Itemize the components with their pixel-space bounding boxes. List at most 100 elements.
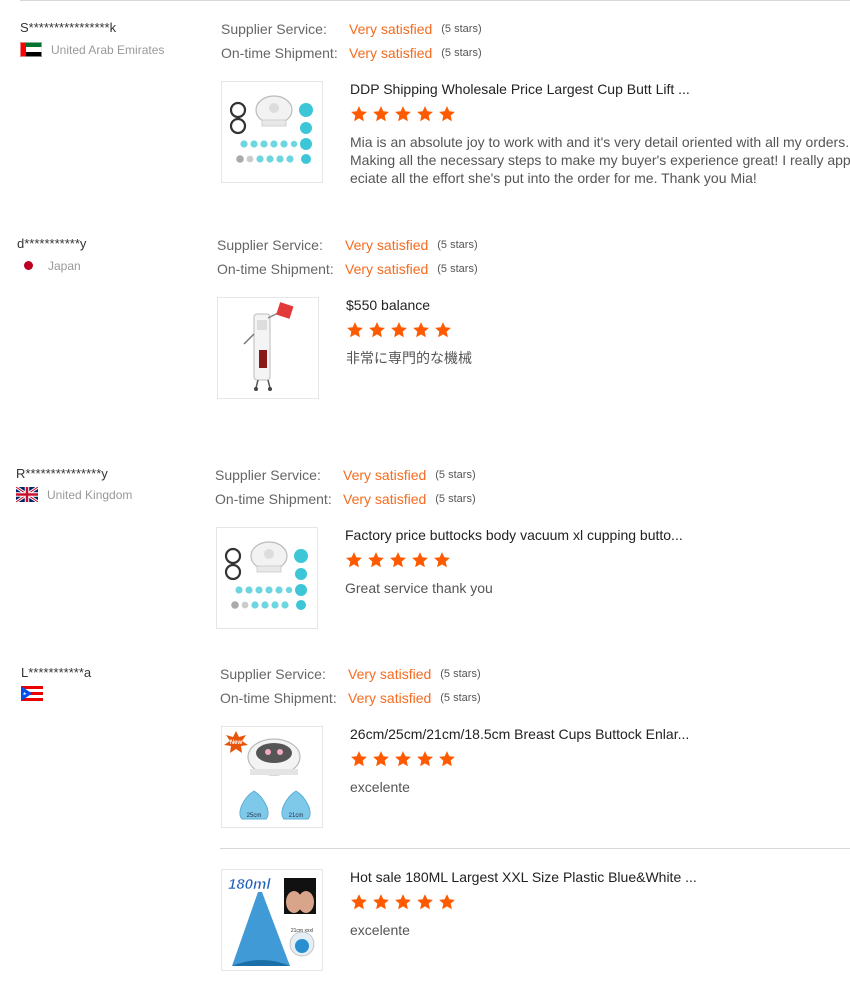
star-icon <box>417 751 433 767</box>
puerto-rico-flag-icon <box>21 686 43 701</box>
shipment-rating: On-time Shipment: Very satisfied (5 star… <box>217 257 478 281</box>
product-thumbnail[interactable]: 180ml 21cm xxxl <box>221 869 323 971</box>
rating-value: Very satisfied <box>343 491 427 507</box>
rating-value: Very satisfied <box>345 237 429 253</box>
buyer-info: S****************k United Arab Emirates <box>20 20 200 57</box>
seller-ratings: Supplier Service: Very satisfied (5 star… <box>215 463 476 511</box>
product-thumbnail[interactable] <box>221 81 323 183</box>
seller-ratings: Supplier Service: Very satisfied (5 star… <box>217 233 478 281</box>
star-icon <box>373 894 389 910</box>
uae-flag-icon <box>20 42 42 57</box>
product-divider <box>220 848 850 849</box>
buyer-info: L***********a <box>21 665 201 701</box>
rating-label: On-time Shipment: <box>217 261 334 277</box>
buyer-name: R***************y <box>16 466 108 481</box>
product-title[interactable]: Factory price buttocks body vacuum xl cu… <box>345 527 825 543</box>
rating-label: On-time Shipment: <box>221 45 338 61</box>
star-icon <box>346 552 362 568</box>
product-title[interactable]: Hot sale 180ML Largest XXL Size Plastic … <box>350 869 830 885</box>
shipment-rating: On-time Shipment: Very satisfied (5 star… <box>220 686 481 710</box>
product-thumbnail[interactable] <box>216 527 318 629</box>
review-comment: excelente <box>350 778 845 796</box>
comment-line: Mia is an absolute joy to work with and … <box>350 134 850 150</box>
review-comment: Great service thank you <box>345 579 840 597</box>
star-icon <box>417 106 433 122</box>
capacity-badge-text: 180ml <box>228 876 271 893</box>
product-thumbnail[interactable] <box>217 297 319 399</box>
buyer-name: d***********y <box>17 236 87 251</box>
buyer-country <box>21 686 201 701</box>
comment-line: Great service thank you <box>345 580 493 596</box>
rating-value: Very satisfied <box>349 21 433 37</box>
comment-line: excelente <box>350 922 410 938</box>
buyer-name: L***********a <box>21 665 92 680</box>
comment-line: excelente <box>350 779 410 795</box>
shipment-rating: On-time Shipment: Very satisfied (5 star… <box>215 487 476 511</box>
comment-line: Making all the necessary steps to make m… <box>350 152 850 168</box>
star-icon <box>395 106 411 122</box>
star-icon <box>373 106 389 122</box>
top-divider <box>20 0 850 1</box>
country-name: United Kingdom <box>47 487 133 502</box>
star-icon <box>434 552 450 568</box>
seller-ratings: Supplier Service: Very satisfied (5 star… <box>220 662 481 710</box>
new-badge-text: New <box>230 740 243 746</box>
uk-flag-icon <box>16 487 38 502</box>
star-icon <box>351 751 367 767</box>
country-name: United Arab Emirates <box>51 42 165 57</box>
star-icon <box>368 552 384 568</box>
star-icon <box>395 751 411 767</box>
rating-label: Supplier Service: <box>221 21 327 37</box>
rating-label: Supplier Service: <box>215 467 321 483</box>
rating-stars-text: (5 stars) <box>435 493 476 505</box>
star-icon <box>439 751 455 767</box>
rating-label: On-time Shipment: <box>215 491 332 507</box>
rating-label: Supplier Service: <box>220 666 326 682</box>
buyer-info: d***********y Japan <box>17 236 197 273</box>
star-icon <box>373 751 389 767</box>
rating-stars-text: (5 stars) <box>437 263 478 275</box>
comment-line: eciate all the effort she's put into the… <box>350 170 757 186</box>
rating-value: Very satisfied <box>348 690 432 706</box>
rating-stars-text: (5 stars) <box>440 692 481 704</box>
star-icon <box>347 322 363 338</box>
star-icon <box>351 894 367 910</box>
star-icon <box>351 106 367 122</box>
country-name: Japan <box>48 258 81 273</box>
star-icon <box>435 322 451 338</box>
star-icon <box>439 894 455 910</box>
rating-value: Very satisfied <box>343 467 427 483</box>
buyer-country: Japan <box>17 258 197 273</box>
review-comment: 非常に専門的な機械 <box>346 349 841 367</box>
star-icon <box>369 322 385 338</box>
cup-label: 21cm xxxl <box>291 928 313 934</box>
supplier-service-rating: Supplier Service: Very satisfied (5 star… <box>217 233 478 257</box>
supplier-service-rating: Supplier Service: Very satisfied (5 star… <box>215 463 476 487</box>
rating-label: Supplier Service: <box>217 237 323 253</box>
star-icon <box>417 894 433 910</box>
buyer-info: R***************y United Kingdom <box>16 466 196 502</box>
cup-label: 25cm <box>247 813 262 819</box>
star-icon <box>439 106 455 122</box>
japan-flag-icon <box>17 258 39 273</box>
cup-label: 21cm <box>289 813 304 819</box>
buyer-country: United Kingdom <box>16 487 196 502</box>
product-title[interactable]: $550 balance <box>346 297 826 313</box>
star-icon <box>412 552 428 568</box>
rating-stars-text: (5 stars) <box>441 47 482 59</box>
product-title[interactable]: 26cm/25cm/21cm/18.5cm Breast Cups Buttoc… <box>350 726 830 742</box>
product-thumbnail[interactable]: New 25cm 21cm <box>221 726 323 828</box>
rating-stars-text: (5 stars) <box>437 239 478 251</box>
rating-stars-text: (5 stars) <box>441 23 482 35</box>
rating-value: Very satisfied <box>349 45 433 61</box>
star-icon <box>391 322 407 338</box>
review-comment: Mia is an absolute joy to work with and … <box>350 133 850 187</box>
product-title[interactable]: DDP Shipping Wholesale Price Largest Cup… <box>350 81 830 97</box>
shipment-rating: On-time Shipment: Very satisfied (5 star… <box>221 41 482 65</box>
star-icon <box>390 552 406 568</box>
rating-value: Very satisfied <box>345 261 429 277</box>
supplier-service-rating: Supplier Service: Very satisfied (5 star… <box>220 662 481 686</box>
rating-stars-text: (5 stars) <box>435 469 476 481</box>
rating-stars-text: (5 stars) <box>440 668 481 680</box>
supplier-service-rating: Supplier Service: Very satisfied (5 star… <box>221 17 482 41</box>
